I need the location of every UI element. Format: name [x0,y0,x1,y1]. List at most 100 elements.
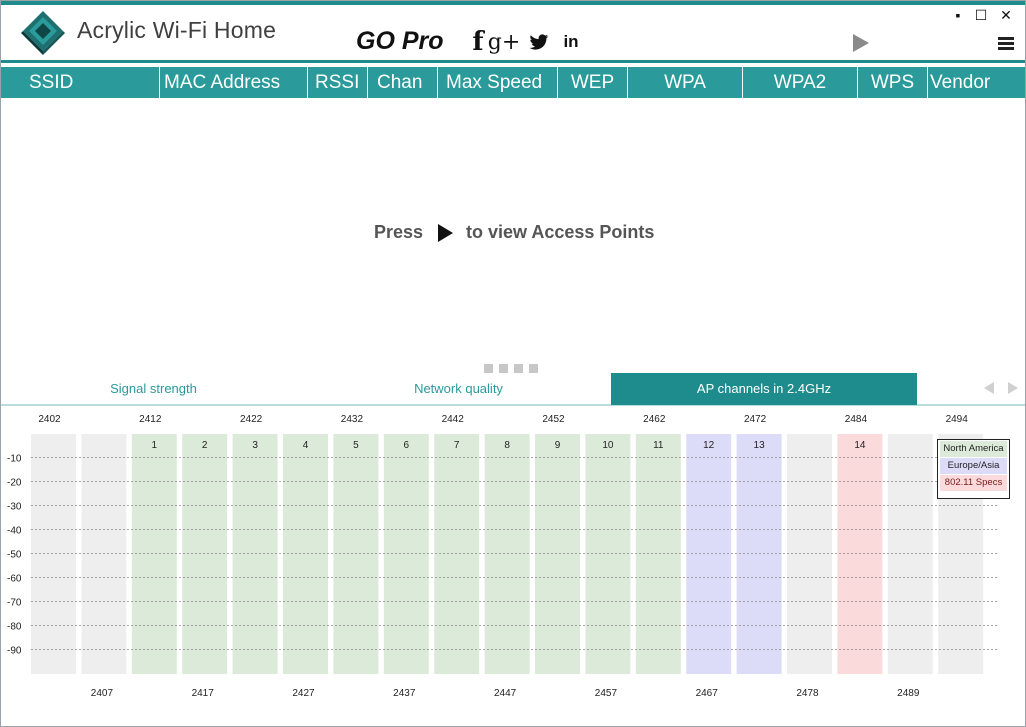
channel-label: 13 [754,440,766,451]
channel-label: 10 [602,440,614,451]
pager-dot[interactable] [514,364,523,373]
column-vendor[interactable]: Vendor [928,67,1025,98]
channel-label: 9 [555,440,561,451]
prompt-access-points-text: to view Access Points [466,222,655,242]
maximize-button[interactable]: ☐ [971,7,991,25]
column-ssid[interactable]: SSID [1,67,160,98]
column-wep[interactable]: WEP [558,67,628,98]
channel-label: 11 [653,440,664,451]
y-tick-label: -30 [7,502,22,513]
tab-next-arrow-icon[interactable] [1007,381,1019,395]
channel-column [484,434,530,674]
column-max-speed[interactable]: Max Speed [438,67,558,98]
column-wpa[interactable]: WPA [628,67,743,98]
column-rssi[interactable]: RSSI [308,67,368,98]
prompt-press-text: Press [374,222,424,242]
top-frequency-label: 2472 [744,414,767,425]
tab-ap-channels[interactable]: AP channels in 2.4GHz [611,373,917,405]
pager-dots [484,364,544,373]
play-icon[interactable] [852,33,870,53]
tab-network-quality[interactable]: Network quality [306,373,611,405]
bottom-frequency-label: 2427 [292,688,315,699]
channel-label: 14 [854,440,866,451]
channel-column [232,434,278,674]
y-tick-label: -10 [7,454,22,465]
channel-column [686,434,732,674]
minimize-button[interactable]: ▪ [948,7,968,25]
close-button[interactable]: ✕ [996,7,1016,25]
facebook-icon[interactable]: f [469,27,487,57]
app-title: Acrylic Wi-Fi Home [77,17,277,43]
channel-label: 4 [303,440,309,451]
bottom-frequency-label: 2407 [91,688,114,699]
channel-label: 3 [252,440,258,451]
channel-chart: 1 2 3 4 5 6 7 8 9 10 11 12 13 14-10-20-30-40-50-60-70… [7,414,999,699]
linkedin-icon[interactable]: in [561,29,581,55]
top-frequency-label: 2412 [139,414,162,425]
y-tick-label: -60 [7,574,22,585]
legend-europe-asia: Europe/Asia [940,458,1007,474]
bottom-frequency-label: 2467 [696,688,719,699]
channel-column [635,434,681,674]
tab-prev-arrow-icon[interactable] [983,381,995,395]
top-frequency-label: 2442 [442,414,465,425]
top-frequency-label: 2452 [542,414,565,425]
twitter-icon[interactable] [528,29,550,55]
y-tick-label: -90 [7,646,22,657]
top-frequency-label: 2462 [643,414,666,425]
pager-dot[interactable] [499,364,508,373]
channel-label: 8 [504,440,510,451]
top-frequency-label: 2484 [845,414,868,425]
app-window: Acrylic Wi-Fi Home GO Pro f g+ in ▪ ☐ ✕ … [0,0,1026,727]
go-pro-link[interactable]: GO Pro [356,27,444,56]
channel-column [736,434,782,674]
y-tick-label: -70 [7,598,22,609]
pager-dot[interactable] [484,364,493,373]
tab-signal-strength[interactable]: Signal strength [1,373,306,405]
play-icon[interactable] [437,223,454,243]
channel-column [434,434,480,674]
column-header-row: SSID MAC Address RSSI Chan Max Speed WEP… [1,67,1025,98]
channel-column [283,434,328,674]
column-wpa2[interactable]: WPA2 [743,67,858,98]
column-wps[interactable]: WPS [858,67,928,98]
top-frequency-label: 2422 [240,414,263,425]
bottom-frequency-label: 2478 [796,688,819,699]
header-separator [1,60,1025,63]
channel-column [887,434,933,674]
channel-column [837,434,883,674]
channel-label: 6 [404,440,410,451]
channel-label: 2 [202,440,208,451]
y-tick-label: -20 [7,478,22,489]
bottom-frequency-label: 2457 [595,688,618,699]
pager-dot[interactable] [529,364,538,373]
channel-column [535,434,580,674]
y-tick-label: -40 [7,526,22,537]
channel-label: 7 [454,440,460,451]
bottom-frequency-label: 2489 [897,688,920,699]
channel-label: 12 [703,440,715,451]
channel-column [333,434,379,674]
channel-column [585,434,631,674]
top-frequency-label: 2432 [341,414,364,425]
bottom-frequency-label: 2417 [192,688,215,699]
channel-column [81,434,127,674]
acrylic-logo-icon [21,11,65,55]
chart-legend: North America Europe/Asia 802.11 Specs [937,439,1010,499]
channel-column [787,434,832,674]
channel-column [383,434,429,674]
channel-label: 5 [353,440,359,451]
hamburger-menu-icon[interactable] [998,37,1014,51]
channel-label: 1 [152,440,158,451]
y-tick-label: -50 [7,550,22,561]
bottom-frequency-label: 2447 [494,688,517,699]
column-chan[interactable]: Chan [368,67,438,98]
google-plus-icon[interactable]: g+ [488,29,521,55]
column-mac-address[interactable]: MAC Address [160,67,308,98]
y-tick-label: -80 [7,622,22,633]
title-accent-bar [1,1,1025,5]
top-frequency-label: 2494 [946,414,969,425]
channel-column [131,434,177,674]
channel-column [182,434,228,674]
channel-column [31,434,76,674]
